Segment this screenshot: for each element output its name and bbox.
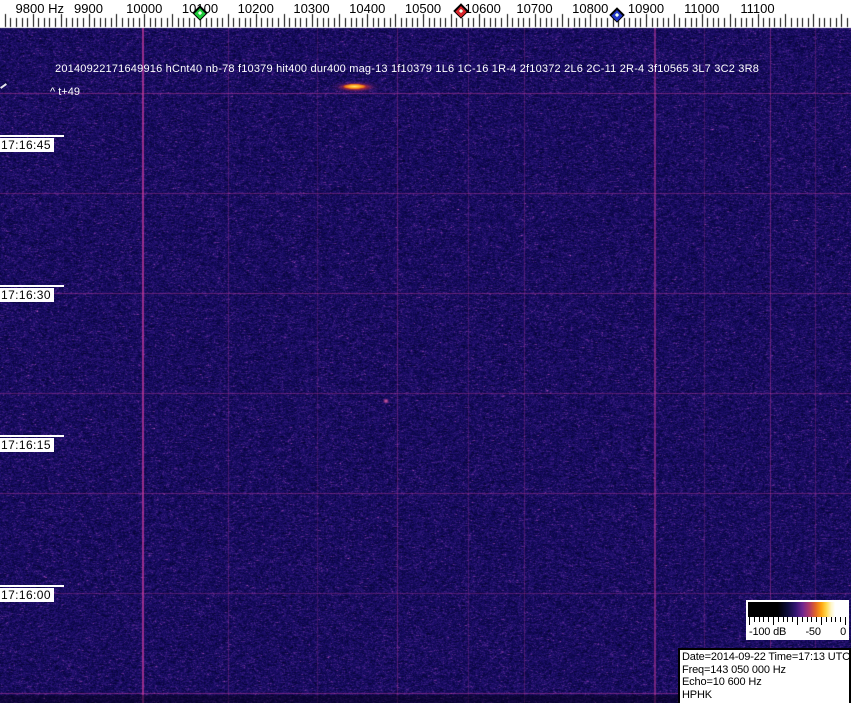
observation-info-box: Date=2014-09-22 Time=17:13 UTCFreq=143 0… [678, 648, 851, 703]
legend-tick [778, 617, 779, 622]
time-label-text: 17:16:45 [0, 138, 54, 152]
legend-min-label: -100 dB [749, 626, 786, 638]
time-label-tick [0, 135, 64, 137]
ruler-label: 11000 [684, 1, 719, 16]
spectrogram-canvas [0, 0, 851, 703]
legend-tick [749, 617, 750, 625]
legend-tick [802, 617, 803, 622]
ruler-label: 10300 [293, 1, 329, 16]
ruler-label: 10500 [405, 1, 441, 16]
color-scale-legend: -100 dB -50 0 [746, 600, 849, 640]
ruler-label: 10800 [572, 1, 608, 16]
ruler-label: 10400 [349, 1, 385, 16]
info-line: Freq=143 050 000 Hz [682, 664, 849, 677]
info-line: Echo=10 600 Hz [682, 676, 849, 689]
ruler-label: 11100 [740, 1, 774, 16]
event-data-text: 20140922171649916 hCnt40 nb-78 f10379 hi… [55, 63, 759, 75]
legend-tick [826, 617, 827, 622]
red-marker-dot [459, 9, 463, 13]
ruler-label: 10000 [126, 1, 162, 16]
ruler-label: 10200 [238, 1, 274, 16]
ruler-label: 10900 [628, 1, 664, 16]
legend-mid-label: -50 [805, 626, 820, 638]
ruler-label: 9800 Hz [16, 1, 64, 16]
spectrogram-screen: 9800 Hz990010000101001020010300104001050… [0, 0, 851, 703]
legend-tick [768, 617, 769, 622]
legend-tick [754, 617, 755, 622]
legend-tick [835, 617, 836, 622]
info-line: HPHK [682, 689, 849, 702]
green-marker-dot [198, 11, 202, 15]
time-label-text: 17:16:30 [0, 288, 54, 302]
time-label-tick [0, 285, 64, 287]
colormap-labels: -100 dB -50 0 [748, 626, 847, 638]
legend-tick [763, 617, 764, 622]
info-line: Date=2014-09-22 Time=17:13 UTC [682, 651, 849, 664]
legend-tick [759, 617, 760, 622]
time-label-tick [0, 435, 64, 437]
legend-tick [792, 617, 793, 622]
legend-tick [821, 617, 822, 625]
time-label-text: 17:16:15 [0, 438, 54, 452]
legend-tick [811, 617, 812, 622]
legend-tick [797, 617, 798, 625]
legend-tick [845, 617, 846, 625]
legend-tick [783, 617, 784, 622]
legend-tick [816, 617, 817, 622]
legend-tick [831, 617, 832, 622]
ruler-label: 10700 [516, 1, 552, 16]
time-label-tick [0, 585, 64, 587]
time-label-text: 17:16:00 [0, 588, 54, 602]
legend-max-label: 0 [840, 626, 846, 638]
legend-tick [840, 617, 841, 622]
legend-tick [807, 617, 808, 622]
colormap-ticks [748, 617, 847, 626]
colormap-gradient [748, 602, 847, 617]
ruler-label: 9900 [74, 1, 103, 16]
blue-marker-dot [615, 13, 619, 17]
ruler-label: 10600 [465, 1, 501, 16]
time-cursor-label: ^ t+49 [50, 86, 80, 98]
legend-tick [787, 617, 788, 622]
legend-tick [773, 617, 774, 625]
